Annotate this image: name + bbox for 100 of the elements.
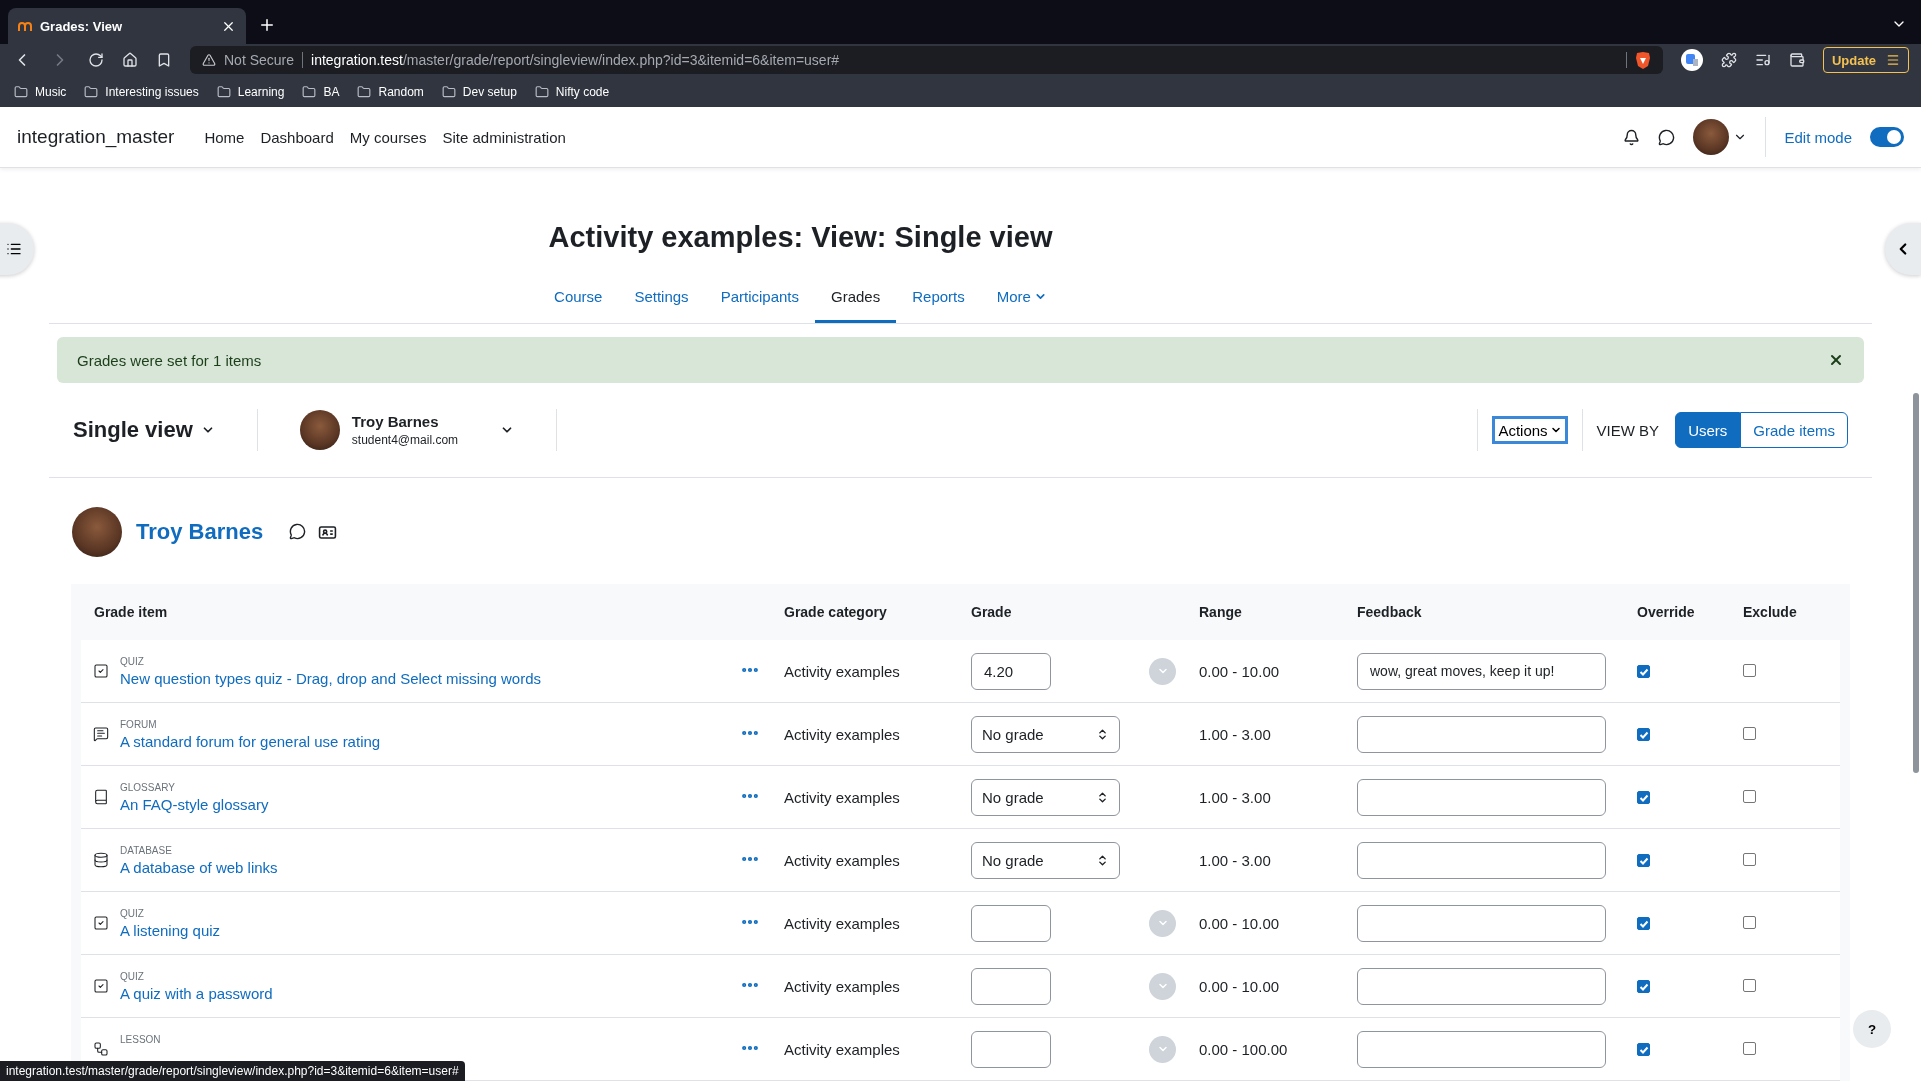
view-by-option[interactable]: Grade items <box>1740 412 1848 448</box>
new-tab-icon[interactable] <box>258 16 276 34</box>
grade-input[interactable] <box>971 904 1051 942</box>
reload-icon[interactable] <box>88 52 104 68</box>
avatar[interactable] <box>1693 119 1730 155</box>
override-checkbox[interactable] <box>1637 665 1650 678</box>
feedback-input[interactable] <box>1357 1030 1606 1068</box>
grade-item-link[interactable]: An FAQ-style glossary <box>120 795 740 813</box>
grade-range: 0.00 - 100.00 <box>1199 1040 1289 1058</box>
security-warning: Not Secure <box>224 52 295 68</box>
exclude-checkbox[interactable] <box>1743 1041 1756 1055</box>
dropdown-toggle[interactable] <box>1149 1035 1176 1063</box>
grade-select[interactable]: No grade <box>971 778 1120 816</box>
avatar <box>299 410 340 450</box>
actions-dropdown[interactable]: Actions <box>1492 416 1568 444</box>
grade-input[interactable] <box>971 967 1051 1005</box>
site-logo-icon <box>18 21 32 31</box>
grade-item-link[interactable]: A quiz with a password <box>120 984 740 1002</box>
dropdown-toggle[interactable] <box>1149 657 1176 685</box>
course-tab[interactable]: Settings <box>618 276 705 323</box>
column-header: Range <box>1199 604 1243 620</box>
forum-icon <box>92 726 109 742</box>
feedback-input[interactable] <box>1357 715 1606 753</box>
playlist-icon[interactable] <box>1754 52 1771 68</box>
bookmark-item[interactable]: Dev setup <box>441 84 517 99</box>
exclude-checkbox[interactable] <box>1743 663 1756 677</box>
item-type: QUIZ <box>120 655 145 667</box>
exclude-checkbox[interactable] <box>1743 726 1756 740</box>
nav-link[interactable]: Site administration <box>442 128 566 146</box>
edit-mode-label[interactable]: Edit mode <box>1784 128 1852 146</box>
update-button[interactable]: Update <box>1822 47 1909 73</box>
messages-icon[interactable] <box>1658 128 1676 146</box>
user-link[interactable]: Troy Barnes <box>136 519 264 545</box>
feedback-input[interactable]: wow, great moves, keep it up! <box>1357 652 1606 690</box>
feedback-input[interactable] <box>1357 967 1606 1005</box>
feedback-input[interactable] <box>1357 904 1606 942</box>
grade-item-link[interactable]: New question types quiz - Drag, drop and Select missing words <box>120 669 740 687</box>
course-tab[interactable]: Participants <box>704 276 815 323</box>
override-checkbox[interactable] <box>1637 728 1650 741</box>
edit-mode-toggle[interactable] <box>1870 127 1904 147</box>
grade-range: 0.00 - 10.00 <box>1199 914 1281 932</box>
translate-icon[interactable] <box>1680 49 1703 71</box>
page-title: Activity examples: View: Single view <box>547 221 1054 254</box>
notifications-icon[interactable] <box>1623 128 1641 146</box>
override-checkbox[interactable] <box>1637 980 1650 993</box>
extensions-icon[interactable] <box>1720 52 1737 68</box>
report-selector[interactable]: Single view <box>73 417 215 443</box>
exclude-checkbox[interactable] <box>1743 915 1756 929</box>
wallet-icon[interactable] <box>1788 52 1805 68</box>
site-name[interactable]: integration_master <box>17 126 175 148</box>
view-by-option[interactable]: Users <box>1675 412 1741 448</box>
block-drawer-button[interactable] <box>1885 223 1921 275</box>
override-checkbox[interactable] <box>1637 917 1650 930</box>
bookmark-item[interactable]: Nifty code <box>534 84 610 99</box>
feedback-input[interactable] <box>1357 778 1606 816</box>
grade-input[interactable]: 4.20 <box>971 652 1051 690</box>
exclude-checkbox[interactable] <box>1743 978 1756 992</box>
browser-tab[interactable]: Grades: View <box>8 8 246 44</box>
avatar <box>72 507 122 557</box>
grade-item-link[interactable]: A listening quiz <box>120 921 740 939</box>
bookmark-item[interactable]: BA <box>302 84 340 99</box>
select-arrows-icon <box>1096 727 1109 741</box>
override-checkbox[interactable] <box>1637 1043 1650 1056</box>
grade-item-link[interactable]: A standard forum for general use rating <box>120 732 740 750</box>
course-tab[interactable]: Reports <box>896 276 981 323</box>
course-tab[interactable]: Grades <box>815 276 897 323</box>
nav-link[interactable]: Home <box>204 128 245 146</box>
shield-icon[interactable] <box>1634 51 1651 69</box>
bookmark-item[interactable]: Random <box>357 84 424 99</box>
grade-select[interactable]: No grade <box>971 715 1120 753</box>
feedback-input[interactable] <box>1357 841 1606 879</box>
override-checkbox[interactable] <box>1637 791 1650 804</box>
bookmark-item[interactable]: Interesting issues <box>84 84 199 99</box>
home-icon[interactable] <box>122 52 138 68</box>
grade-select[interactable]: No grade <box>971 841 1120 879</box>
message-icon[interactable] <box>289 522 307 540</box>
bookmark-item[interactable]: Learning <box>216 84 285 99</box>
grade-item-link[interactable]: A database of web links <box>120 858 740 876</box>
grade-input[interactable] <box>971 1030 1051 1068</box>
grade-category: Activity examples <box>784 851 901 869</box>
grade-range: 1.00 - 3.00 <box>1199 788 1272 806</box>
course-tab[interactable]: Course <box>538 276 619 323</box>
override-checkbox[interactable] <box>1637 854 1650 867</box>
grade-category: Activity examples <box>784 662 901 680</box>
bookmark-item[interactable]: Music <box>14 84 67 99</box>
folder-icon <box>441 84 456 99</box>
dropdown-toggle[interactable] <box>1149 972 1176 1000</box>
close-icon[interactable] <box>1828 352 1844 368</box>
course-index-button[interactable] <box>0 223 34 275</box>
course-tab[interactable]: More <box>980 276 1063 323</box>
exclude-checkbox[interactable] <box>1743 852 1756 866</box>
address-bar[interactable]: Not Secure integration.test/master/grade/report/singleview/index.php?id=3&itemid=6&item=user# <box>190 46 1663 74</box>
nav-link[interactable]: Dashboard <box>260 128 334 146</box>
quiz-icon <box>92 978 109 994</box>
dropdown-toggle[interactable] <box>1149 909 1176 937</box>
bookmark-icon[interactable] <box>156 52 172 68</box>
folder-icon <box>302 84 317 99</box>
exclude-checkbox[interactable] <box>1743 789 1756 803</box>
nav-link[interactable]: My courses <box>349 128 427 146</box>
help-button[interactable]: ? <box>1853 1010 1891 1048</box>
